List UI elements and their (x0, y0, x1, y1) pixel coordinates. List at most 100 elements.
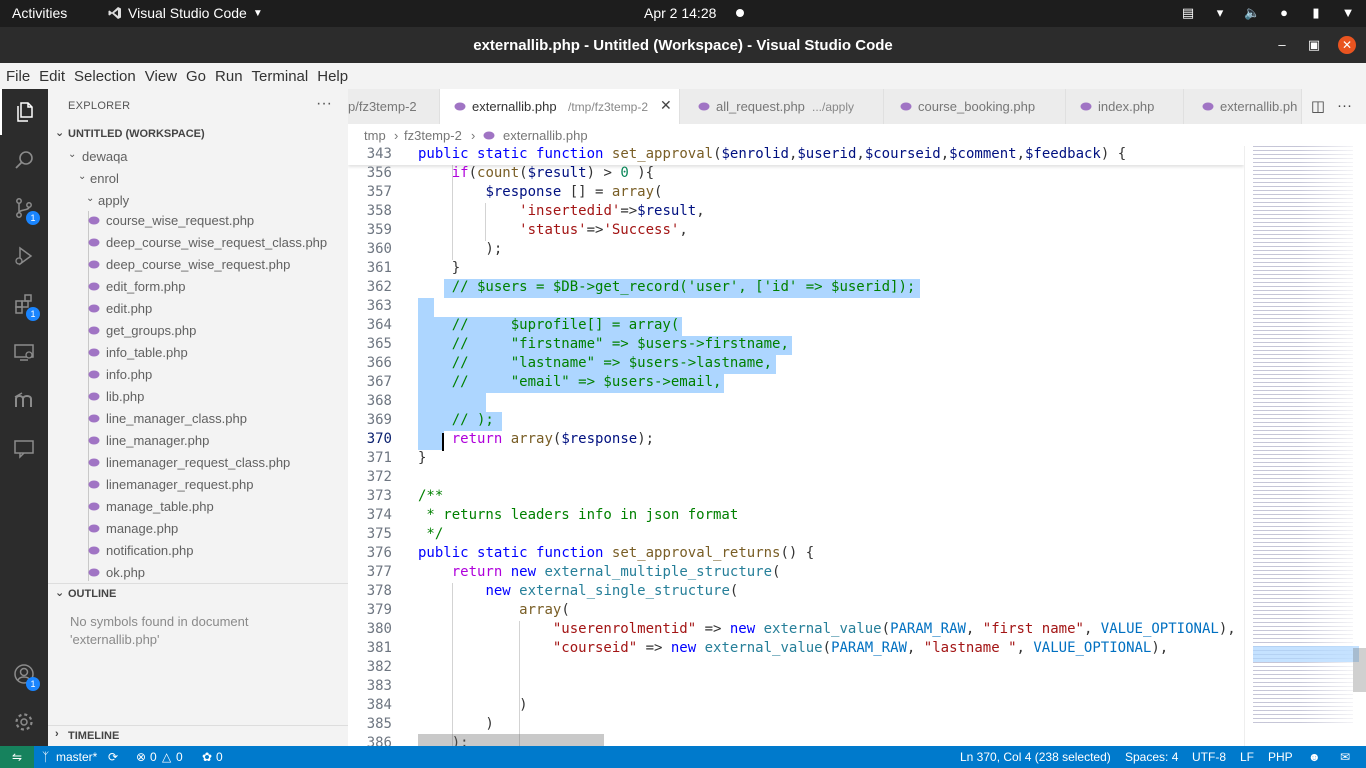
file-label: linemanager_request.php (106, 477, 254, 492)
app-menu[interactable]: Visual Studio Code ▼ (108, 5, 263, 21)
microphone-icon[interactable]: ● (1276, 4, 1292, 22)
tab-externallib-2[interactable]: externallib.ph (1184, 89, 1302, 124)
file-item[interactable]: manage.php (48, 518, 348, 540)
explorer-activity[interactable] (0, 89, 48, 135)
notifications-icon[interactable]: ✉ (1340, 750, 1350, 764)
tab-index[interactable]: index.php (1066, 89, 1184, 124)
php-file-icon (88, 414, 100, 423)
breadcrumb-item[interactable]: externallib.php (503, 128, 588, 143)
moodle-activity[interactable] (0, 377, 48, 423)
manage-activity[interactable] (0, 699, 48, 745)
sync-icon[interactable]: ⟳ (108, 750, 118, 764)
clock[interactable]: Apr 2 14:28 (644, 5, 716, 21)
folder-apply[interactable]: ⌄ apply (48, 190, 348, 212)
file-item[interactable]: manage_table.php (48, 496, 348, 518)
menu-go[interactable]: Go (186, 63, 206, 89)
error-count[interactable]: 0 (150, 750, 157, 764)
power-menu-icon[interactable]: ▼ (1340, 4, 1356, 22)
remote-explorer-activity[interactable] (0, 329, 48, 375)
file-item[interactable]: deep_course_wise_request.php (48, 254, 348, 276)
folder-dewaqa[interactable]: ⌄ dewaqa (48, 146, 348, 168)
encoding[interactable]: UTF-8 (1192, 750, 1226, 764)
line-number: 380 (366, 621, 392, 637)
feedback-icon[interactable]: ☻ (1308, 750, 1321, 764)
file-item[interactable]: deep_course_wise_request_class.php (48, 232, 348, 254)
more-actions-icon[interactable]: ··· (316, 95, 332, 113)
line-number: 369 (366, 412, 392, 428)
accounts-activity[interactable]: 1 (0, 651, 48, 697)
vertical-scrollbar[interactable] (1353, 648, 1366, 692)
comments-activity[interactable] (0, 425, 48, 471)
breadcrumb-item[interactable]: fz3temp-2 (404, 128, 462, 143)
code-line: } (418, 260, 461, 276)
end-of-line[interactable]: LF (1240, 750, 1254, 764)
search-icon (15, 151, 33, 169)
split-editor-icon[interactable]: ◫ (1311, 97, 1325, 115)
menu-file[interactable]: File (6, 63, 30, 89)
line-number: 357 (366, 184, 392, 200)
maximize-icon[interactable]: ▣ (1304, 35, 1324, 55)
run-debug-activity[interactable] (0, 233, 48, 279)
timeline-section-header[interactable]: › TIMELINE (48, 725, 348, 747)
source-control-activity[interactable]: 1 (0, 185, 48, 231)
text-cursor (442, 433, 444, 451)
battery-icon[interactable]: ▮ (1308, 4, 1324, 22)
more-actions-icon[interactable]: ··· (1337, 97, 1352, 115)
file-item[interactable]: line_manager.php (48, 430, 348, 452)
file-item[interactable]: edit_form.php (48, 276, 348, 298)
horizontal-scrollbar[interactable] (418, 734, 604, 746)
cursor-position[interactable]: Ln 370, Col 4 (238 selected) (960, 750, 1111, 764)
language-mode[interactable]: PHP (1268, 750, 1293, 764)
line-number: 367 (366, 374, 392, 390)
git-branch[interactable]: master* (56, 750, 97, 764)
wifi-icon[interactable]: ▾ (1212, 4, 1228, 22)
menu-help[interactable]: Help (317, 63, 348, 89)
menu-terminal[interactable]: Terminal (252, 63, 309, 89)
extensions-activity[interactable]: 1 (0, 281, 48, 327)
tab-course-booking[interactable]: course_booking.php (884, 89, 1066, 124)
remote-indicator[interactable]: ⇋ (0, 746, 34, 768)
code-line: "userenrolmentid" => new external_value(… (552, 621, 1236, 637)
folder-enrol[interactable]: ⌄ enrol (48, 168, 348, 190)
source-control-badge: 1 (26, 211, 40, 225)
code-line: public static function set_approval($enr… (418, 146, 1127, 162)
tab-externallib-active[interactable]: externallib.php /tmp/fz3temp-2 ✕ (440, 89, 680, 124)
system-tray[interactable]: ▤ ▾ 🔈 ● ▮ ▼ (1180, 4, 1356, 22)
breadcrumb-item[interactable]: tmp (364, 128, 386, 143)
close-tab-icon[interactable]: ✕ (660, 97, 672, 114)
outline-section-header[interactable]: ⌄ OUTLINE (48, 583, 348, 605)
file-item[interactable]: lib.php (48, 386, 348, 408)
menu-selection[interactable]: Selection (74, 63, 136, 89)
menu-run[interactable]: Run (215, 63, 243, 89)
minimize-icon[interactable]: – (1272, 35, 1292, 55)
files-icon (17, 102, 33, 122)
workspace-title: UNTITLED (WORKSPACE) (68, 128, 205, 140)
ports-count[interactable]: 0 (216, 750, 223, 764)
file-item[interactable]: get_groups.php (48, 320, 348, 342)
file-item[interactable]: course_wise_request.php (48, 210, 348, 232)
workspace-section-header[interactable]: ⌄ UNTITLED (WORKSPACE) (48, 124, 348, 146)
menu-edit[interactable]: Edit (39, 63, 65, 89)
menu-view[interactable]: View (145, 63, 177, 89)
code-line: public static function set_approval_retu… (418, 545, 815, 561)
file-item[interactable]: ok.php (48, 562, 348, 584)
tab-fz3temp-2[interactable]: p/fz3temp-2 (348, 89, 440, 124)
file-item[interactable]: line_manager_class.php (48, 408, 348, 430)
file-item[interactable]: edit.php (48, 298, 348, 320)
activities-button[interactable]: Activities (12, 5, 67, 21)
code-editor[interactable]: 343 public static function set_approval($… (348, 146, 1244, 746)
indentation[interactable]: Spaces: 4 (1125, 750, 1178, 764)
file-label: info_table.php (106, 345, 188, 360)
file-item[interactable]: info.php (48, 364, 348, 386)
screencast-icon[interactable]: ▤ (1180, 4, 1196, 22)
volume-icon[interactable]: 🔈 (1244, 4, 1260, 22)
file-item[interactable]: linemanager_request.php (48, 474, 348, 496)
file-item[interactable]: linemanager_request_class.php (48, 452, 348, 474)
file-item[interactable]: notification.php (48, 540, 348, 562)
warning-count[interactable]: 0 (176, 750, 183, 764)
tab-all-request[interactable]: all_request.php .../apply (680, 89, 884, 124)
close-icon[interactable]: ✕ (1338, 36, 1356, 54)
search-activity[interactable] (0, 137, 48, 183)
file-item[interactable]: info_table.php (48, 342, 348, 364)
minimap[interactable] (1244, 146, 1366, 746)
